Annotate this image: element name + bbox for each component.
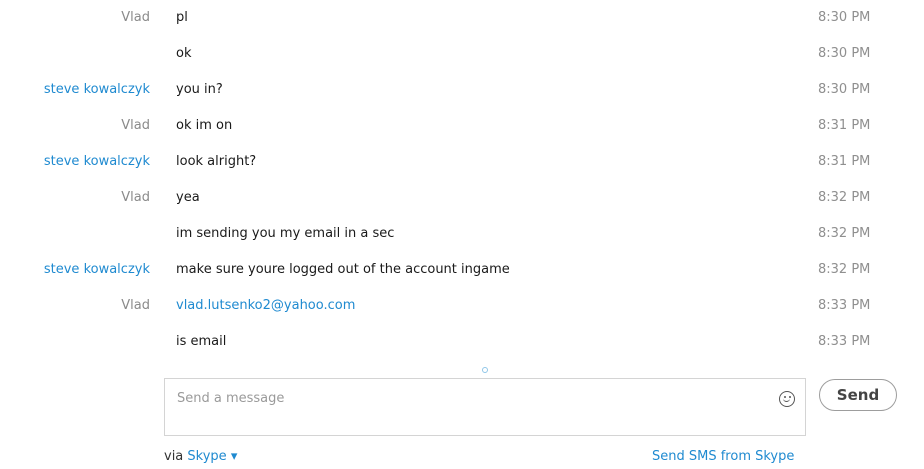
message-row: im sending you my email in a sec 8:32 PM [0,216,924,252]
message-time: 8:31 PM [818,118,871,133]
message-text: you in? [176,82,223,97]
message-time: 8:33 PM [818,298,871,313]
message-text: make sure youre logged out of the accoun… [176,262,510,277]
message-time: 8:30 PM [818,10,871,25]
email-link[interactable]: vlad.lutsenko2@yahoo.com [176,298,355,313]
message-time: 8:32 PM [818,190,871,205]
message-sender[interactable]: steve kowalczyk [44,262,150,277]
typing-indicator-dot [482,367,488,373]
message-row: ok 8:30 PM [0,36,924,72]
message-row: Vlad ok im on 8:31 PM [0,108,924,144]
message-time: 8:32 PM [818,262,871,277]
message-time: 8:30 PM [818,82,871,97]
message-text: is email [176,334,227,349]
smiley-icon[interactable] [779,391,795,407]
message-row: Vlad vlad.lutsenko2@yahoo.com 8:33 PM [0,288,924,324]
message-sender[interactable]: Vlad [121,298,150,313]
message-text: ok [176,46,192,61]
message-text: ok im on [176,118,233,133]
message-time: 8:31 PM [818,154,871,169]
chat-history: Vlad pl 8:30 PM ok 8:30 PM steve kowalcz… [0,0,924,360]
message-time: 8:33 PM [818,334,871,349]
message-text: im sending you my email in a sec [176,226,395,241]
send-button[interactable]: Send [819,379,897,411]
message-input[interactable] [177,388,767,408]
message-sender[interactable]: steve kowalczyk [44,82,150,97]
message-row: steve kowalczyk you in? 8:30 PM [0,72,924,108]
message-row: Vlad yea 8:32 PM [0,180,924,216]
message-text: look alright? [176,154,257,169]
message-row: Vlad pl 8:30 PM [0,0,924,36]
message-text: pl [176,10,188,25]
message-sender[interactable]: Vlad [121,190,150,205]
message-sender[interactable]: Vlad [121,118,150,133]
composer-footer: via Skype ▾ Send SMS from Skype [0,449,924,469]
message-row: steve kowalczyk look alright? 8:31 PM [0,144,924,180]
message-time: 8:32 PM [818,226,871,241]
message-text: yea [176,190,200,205]
message-row: steve kowalczyk make sure youre logged o… [0,252,924,288]
message-time: 8:30 PM [818,46,871,61]
message-sender[interactable]: Vlad [121,10,150,25]
message-composer [164,378,806,436]
message-row: is email 8:33 PM [0,324,924,360]
message-sender[interactable]: steve kowalczyk [44,154,150,169]
